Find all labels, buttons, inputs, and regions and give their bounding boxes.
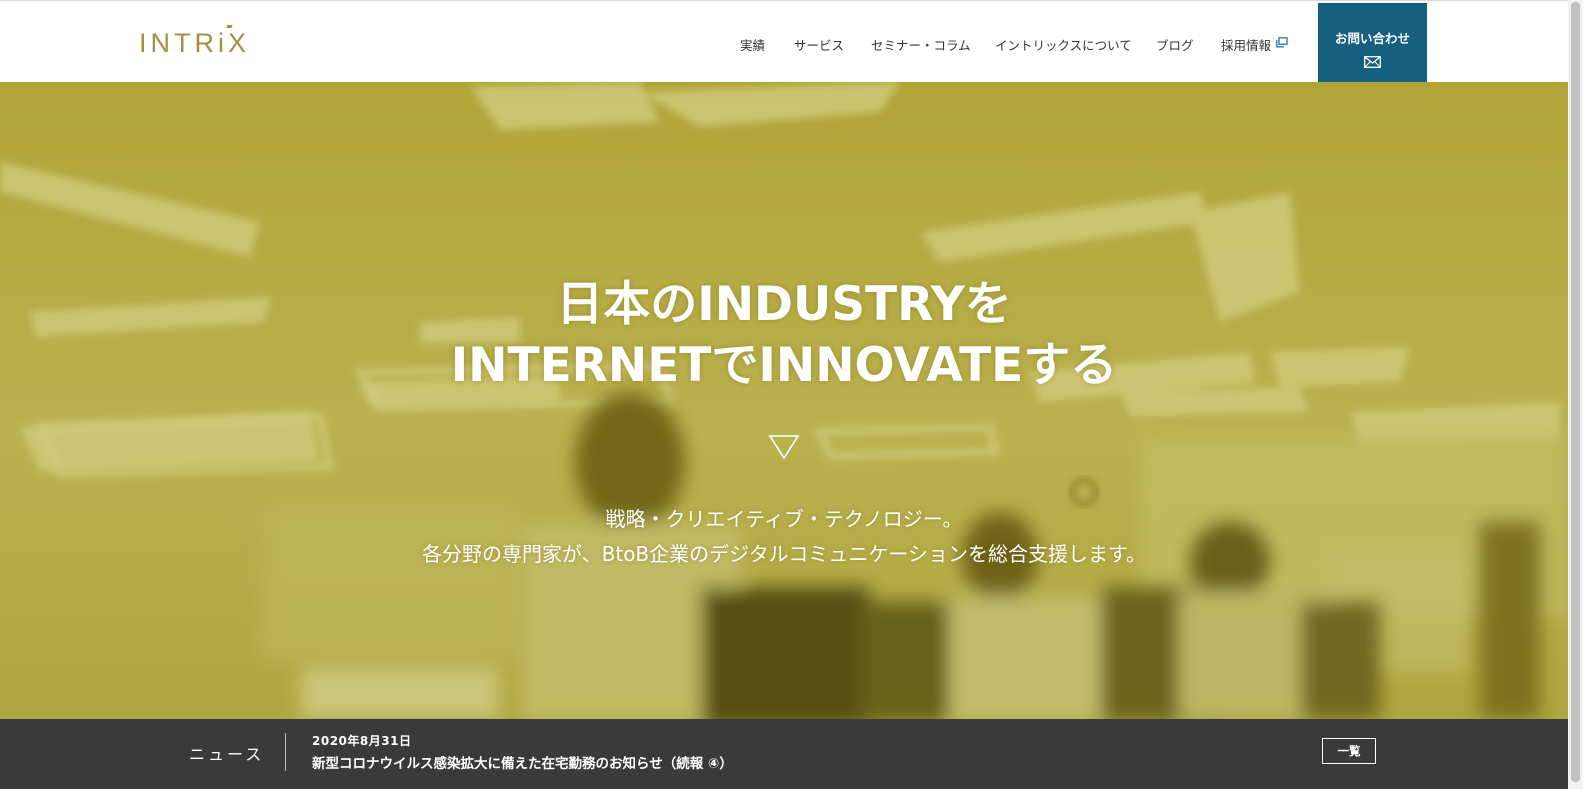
news-divider [285,733,286,771]
news-list-button[interactable]: 一覧 [1322,738,1376,764]
news-label: ニュース [189,745,265,764]
site-logo[interactable]: INTRiX [139,29,250,57]
page-scrollbar[interactable] [1568,0,1583,789]
scrollbar-thumb[interactable] [1571,2,1580,782]
news-date: 2020年8月31日 [312,734,412,748]
site-header: INTRiX 実績 サービス セミナー・コラム イントリックスについて ブログ … [0,0,1568,83]
nav-works[interactable]: 実績 [740,35,765,54]
hero-section: 日本のINDUSTRYを INTERNETでINNOVATEする 戦略・クリエイ… [0,82,1568,719]
contact-label: お問い合わせ [1334,31,1410,46]
mail-icon [1364,56,1381,68]
nav-blog[interactable]: ブログ [1156,35,1194,54]
nav-recruit[interactable]: 採用情報 [1221,35,1271,54]
news-bar: ニュース 2020年8月31日 新型コロナウイルス感染拡大に備えた在宅勤務のお知… [0,719,1568,789]
nav-about[interactable]: イントリックスについて [995,35,1132,54]
hero-headline-line2: INTERNETでINNOVATEする [450,338,1118,393]
external-link-icon[interactable] [1276,37,1288,48]
nav-services[interactable]: サービス [794,35,844,54]
hero-subtext-line1: 戦略・クリエイティブ・テクノロジー。 [605,507,963,531]
contact-button[interactable]: お問い合わせ [1318,3,1427,83]
hero-subtext-line2: 各分野の専門家が、BtoB企業のデジタルコミュニケーションを総合支援します。 [422,542,1146,566]
nav-seminar-column[interactable]: セミナー・コラム [871,35,971,54]
news-title-link[interactable]: 新型コロナウイルス感染拡大に備えた在宅勤務のお知らせ（続報 ④） [312,752,733,772]
hero-headline-line1: 日本のINDUSTRYを [556,277,1012,332]
hero-tint-overlay [0,82,1568,719]
triangle-down-icon[interactable] [768,434,800,460]
